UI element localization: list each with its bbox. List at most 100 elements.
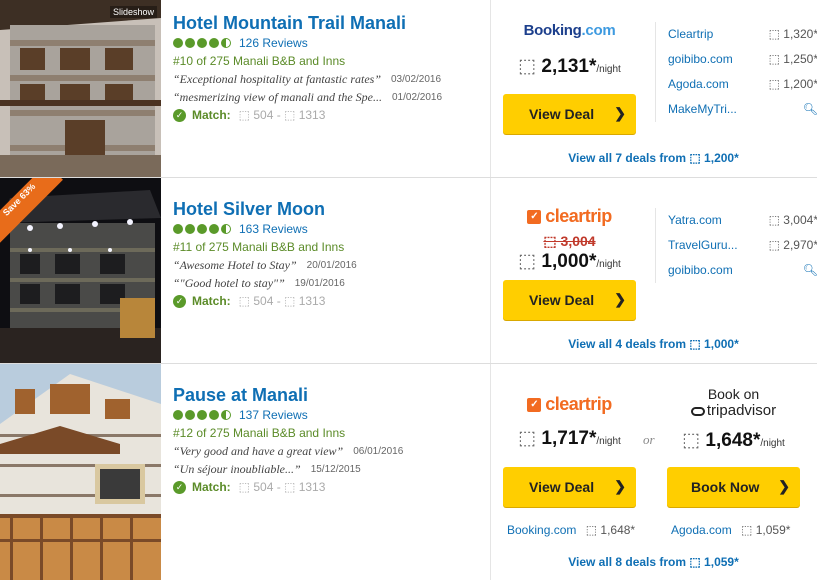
- hotel-name-link[interactable]: Hotel Silver Moon: [173, 198, 483, 220]
- deal-item[interactable]: Yatra.com ⬚ 3,004*: [668, 208, 817, 233]
- search-icon[interactable]: 🔍︎: [803, 258, 817, 283]
- view-all-deals-link[interactable]: View all 4 deals from ⬚ 1,000*: [490, 337, 817, 351]
- match-label: Match:: [192, 108, 231, 122]
- book-on-label: Book on: [707, 386, 760, 402]
- view-all-deals-link[interactable]: View all 8 deals from ⬚ 1,059*: [490, 555, 817, 569]
- ranking-text[interactable]: #10 of 275 Manali B&B and Inns: [173, 52, 483, 70]
- tripadvisor-deal: Book on tripadvisor ⬚ 1,648*/night: [665, 386, 802, 452]
- review-snippet[interactable]: “"Good hotel to stay"” 19/01/2016: [173, 274, 483, 292]
- featured-deal: ✓ cleartrip ⬚ 3,004 ⬚ 1,000*/night: [502, 206, 637, 273]
- hotel-listing: Slideshow Hotel Mountain Trail Manali 12…: [0, 0, 817, 178]
- rating-half-bubble-icon: [221, 410, 231, 420]
- check-circle-icon: ✓: [173, 294, 186, 308]
- deal-item[interactable]: Booking.com ⬚ 1,648*: [507, 523, 635, 537]
- cleartrip-logo[interactable]: ✓ cleartrip: [502, 206, 637, 227]
- chevron-right-icon: ❯: [778, 478, 790, 494]
- original-price: ⬚ 3,004: [543, 233, 596, 249]
- rating-bubble-icon: [173, 224, 183, 234]
- rating-bubble-icon: [197, 224, 207, 234]
- tripadvisor-logo[interactable]: Book on tripadvisor: [665, 386, 802, 419]
- hotel-name-link[interactable]: Pause at Manali: [173, 384, 483, 406]
- view-deal-button[interactable]: View Deal ❯: [503, 94, 636, 134]
- rating-bubble-icon: [173, 410, 183, 420]
- review-quote[interactable]: “"Good hotel to stay"”: [173, 274, 285, 292]
- deal-item[interactable]: Agoda.com ⬚ 1,059*: [671, 523, 790, 537]
- rating-bubble-icon: [185, 224, 195, 234]
- reviews-link[interactable]: 137 Reviews: [239, 408, 308, 422]
- review-quote[interactable]: “Un séjour inoubliable...”: [173, 460, 301, 478]
- review-snippet[interactable]: “mesmerizing view of manali and the Spe.…: [173, 88, 483, 106]
- review-quote[interactable]: “mesmerizing view of manali and the Spe.…: [173, 88, 382, 106]
- deal-price: ⬚ 1,000*/night: [518, 251, 621, 272]
- review-snippet[interactable]: “Very good and have a great view” 06/01/…: [173, 442, 483, 460]
- review-quote[interactable]: “Very good and have a great view”: [173, 442, 343, 460]
- ranking-text[interactable]: #11 of 275 Manali B&B and Inns: [173, 238, 483, 256]
- rating-bubble-icon: [209, 224, 219, 234]
- deal-item[interactable]: MakeMyTri... 🔍︎: [668, 97, 817, 122]
- rating-bubble-icon: [173, 38, 183, 48]
- review-date: 19/01/2016: [294, 278, 345, 289]
- match-value: ⬚ 504 - ⬚ 1313: [238, 480, 326, 494]
- slideshow-label[interactable]: Slideshow: [109, 6, 157, 18]
- match-label: Match:: [192, 294, 231, 308]
- review-quote[interactable]: “Awesome Hotel to Stay”: [173, 256, 297, 274]
- review-date: 03/02/2016: [391, 74, 442, 85]
- rating-bubble-icon: [209, 410, 219, 420]
- tripadvisor-owl-icon: [690, 406, 705, 416]
- deal-item[interactable]: Agoda.com ⬚ 1,200*: [668, 72, 817, 97]
- book-now-label: Book Now: [691, 479, 760, 495]
- match-label: Match:: [192, 480, 231, 494]
- view-deal-label: View Deal: [529, 292, 595, 308]
- hotel-photo[interactable]: Save 63%: [0, 178, 161, 363]
- rating-row: 137 Reviews: [173, 406, 483, 424]
- search-icon[interactable]: 🔍︎: [803, 97, 817, 122]
- review-snippet[interactable]: “Exceptional hospitality at fantastic ra…: [173, 70, 483, 88]
- view-deal-label: View Deal: [529, 479, 595, 495]
- hotel-photo[interactable]: Slideshow: [0, 0, 161, 177]
- cleartrip-check-icon: ✓: [527, 209, 542, 224]
- hotel-photo[interactable]: [0, 364, 161, 580]
- rating-bubble-icon: [197, 38, 207, 48]
- review-snippet[interactable]: “Awesome Hotel to Stay” 20/01/2016: [173, 256, 483, 274]
- match-row: ✓ Match: ⬚ 504 - ⬚ 1313: [173, 292, 483, 310]
- booking-logo[interactable]: Booking.com: [502, 22, 637, 39]
- review-snippet[interactable]: “Un séjour inoubliable...” 15/12/2015: [173, 460, 483, 478]
- or-separator: or: [643, 432, 655, 447]
- hotel-info: Pause at Manali 137 Reviews #12 of 275 M…: [173, 384, 483, 496]
- hotel-listing: Save 63% Hotel Silver Moon 163 Reviews #…: [0, 178, 817, 364]
- deal-item[interactable]: goibibo.com 🔍︎: [668, 258, 817, 283]
- chevron-right-icon: ❯: [614, 105, 626, 121]
- hotel-info: Hotel Mountain Trail Manali 126 Reviews …: [173, 12, 483, 124]
- cleartrip-logo[interactable]: ✓ cleartrip: [502, 394, 637, 415]
- chevron-right-icon: ❯: [614, 291, 626, 307]
- deal-price: ⬚ 2,131*/night: [518, 56, 621, 77]
- review-quote[interactable]: “Exceptional hospitality at fantastic ra…: [173, 70, 381, 88]
- check-circle-icon: ✓: [173, 480, 186, 494]
- featured-deal: Booking.com ⬚ 2,131*/night: [502, 22, 637, 78]
- deal-item[interactable]: Cleartrip ⬚ 1,320*: [668, 22, 817, 47]
- column-divider: [490, 364, 491, 580]
- view-all-deals-link[interactable]: View all 7 deals from ⬚ 1,200*: [490, 151, 817, 165]
- ranking-text[interactable]: #12 of 275 Manali B&B and Inns: [173, 424, 483, 442]
- match-value: ⬚ 504 - ⬚ 1313: [238, 294, 326, 308]
- book-now-button[interactable]: Book Now ❯: [667, 467, 800, 507]
- view-deal-button[interactable]: View Deal ❯: [503, 280, 636, 320]
- reviews-link[interactable]: 163 Reviews: [239, 222, 308, 236]
- rating-bubble-icon: [185, 38, 195, 48]
- rating-half-bubble-icon: [221, 224, 231, 234]
- deal-item[interactable]: goibibo.com ⬚ 1,250*: [668, 47, 817, 72]
- reviews-link[interactable]: 126 Reviews: [239, 36, 308, 50]
- hotel-name-link[interactable]: Hotel Mountain Trail Manali: [173, 12, 483, 34]
- hotel-listing: Pause at Manali 137 Reviews #12 of 275 M…: [0, 364, 817, 580]
- view-deal-button[interactable]: View Deal ❯: [503, 467, 636, 507]
- deal-price: ⬚ 1,717*/night: [518, 428, 621, 449]
- column-divider: [490, 178, 491, 363]
- hotel-info: Hotel Silver Moon 163 Reviews #11 of 275…: [173, 198, 483, 310]
- rating-bubble-icon: [185, 410, 195, 420]
- deal-item[interactable]: TravelGuru... ⬚ 2,970*: [668, 233, 817, 258]
- rating-bubble-icon: [197, 410, 207, 420]
- rating-row: 126 Reviews: [173, 34, 483, 52]
- review-date: 01/02/2016: [391, 92, 443, 103]
- check-circle-icon: ✓: [173, 108, 186, 122]
- match-value: ⬚ 504 - ⬚ 1313: [238, 108, 326, 122]
